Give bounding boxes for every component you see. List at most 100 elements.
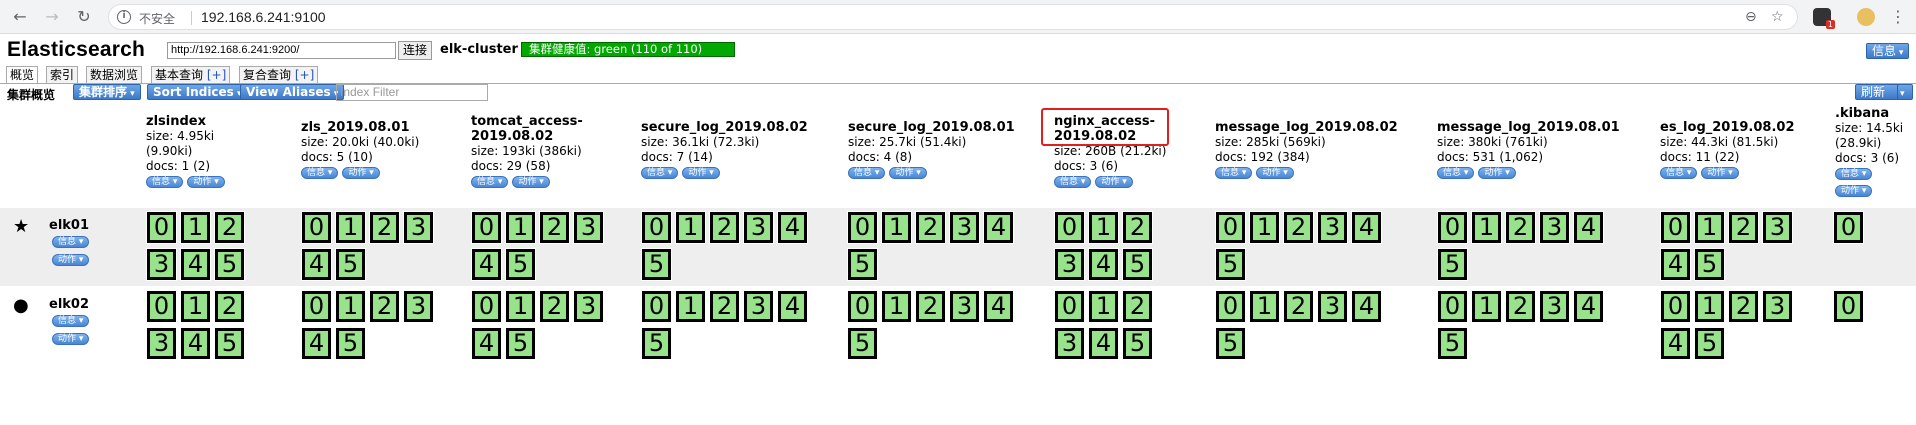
index-action-button[interactable]: 动作 <box>682 167 720 179</box>
view-aliases-button[interactable]: View Aliases <box>240 84 345 100</box>
index-action-button[interactable]: 动作 <box>1701 167 1739 179</box>
node-action-button[interactable]: 动作 <box>52 333 90 345</box>
shard-box[interactable]: 4 <box>1351 290 1382 323</box>
shard-box[interactable]: 4 <box>301 248 332 281</box>
menu-kebab-icon[interactable]: ⋮ <box>1888 7 1908 27</box>
index-info-button[interactable]: 信息 <box>1835 168 1873 180</box>
index-action-button[interactable]: 动作 <box>1835 185 1873 197</box>
shard-box[interactable]: 3 <box>1054 248 1085 281</box>
sort-cluster-button[interactable]: 集群排序 <box>73 84 141 100</box>
reload-icon[interactable]: ↻ <box>74 7 94 27</box>
index-action-button[interactable]: 动作 <box>342 167 380 179</box>
index-info-button[interactable]: 信息 <box>471 176 509 188</box>
shard-box[interactable]: 2 <box>214 290 245 323</box>
index-name[interactable]: .kibana <box>1835 106 1916 121</box>
shard-box[interactable]: 5 <box>1215 327 1246 360</box>
shard-box[interactable]: 0 <box>641 290 672 323</box>
shard-box[interactable]: 5 <box>505 248 536 281</box>
shard-box[interactable]: 4 <box>983 290 1014 323</box>
index-info-button[interactable]: 信息 <box>301 167 339 179</box>
tab-basic-query[interactable]: 基本查询 [+] <box>151 66 231 84</box>
shard-box[interactable]: 0 <box>1054 290 1085 323</box>
node-info-button[interactable]: 信息 <box>52 315 90 327</box>
shard-box[interactable]: 5 <box>1122 327 1153 360</box>
shard-box[interactable]: 4 <box>1573 211 1604 244</box>
shard-box[interactable]: 4 <box>471 248 502 281</box>
shard-box[interactable]: 4 <box>180 248 211 281</box>
shard-box[interactable]: 1 <box>1694 290 1725 323</box>
index-name[interactable]: message_log_2019.08.02 <box>1215 120 1398 135</box>
shard-box[interactable]: 4 <box>1660 248 1691 281</box>
shard-box[interactable]: 1 <box>505 290 536 323</box>
profile-avatar[interactable] <box>1857 8 1875 26</box>
shard-box[interactable]: 5 <box>335 327 366 360</box>
shard-box[interactable]: 0 <box>301 211 332 244</box>
shard-box[interactable]: 1 <box>1088 211 1119 244</box>
shard-box[interactable]: 2 <box>1283 290 1314 323</box>
connect-button[interactable]: 连接 <box>398 41 433 60</box>
index-info-button[interactable]: 信息 <box>641 167 679 179</box>
back-icon[interactable]: ← <box>10 7 30 27</box>
shard-box[interactable]: 3 <box>573 211 604 244</box>
shard-box[interactable]: 4 <box>983 211 1014 244</box>
shard-box[interactable]: 5 <box>505 327 536 360</box>
index-info-button[interactable]: 信息 <box>1660 167 1698 179</box>
tab-plus[interactable]: [+] <box>295 68 314 82</box>
shard-box[interactable]: 1 <box>1249 290 1280 323</box>
shard-box[interactable]: 2 <box>369 211 400 244</box>
index-name[interactable]: es_log_2019.08.02 <box>1660 120 1830 135</box>
node-info-button[interactable]: 信息 <box>52 236 90 248</box>
address-bar[interactable]: i 不安全 192.168.6.241:9100 ⊖ ☆ <box>108 4 1798 30</box>
shard-box[interactable]: 3 <box>949 211 980 244</box>
shard-box[interactable]: 5 <box>1694 248 1725 281</box>
index-action-button[interactable]: 动作 <box>187 176 225 188</box>
shard-box[interactable]: 1 <box>180 290 211 323</box>
shard-box[interactable]: 2 <box>709 211 740 244</box>
shard-box[interactable]: 1 <box>881 290 912 323</box>
shard-box[interactable]: 1 <box>180 211 211 244</box>
shard-box[interactable]: 5 <box>1694 327 1725 360</box>
shard-box[interactable]: 4 <box>471 327 502 360</box>
tab-overview[interactable]: 概览 <box>6 66 39 84</box>
shard-box[interactable]: 0 <box>1437 211 1468 244</box>
info-menu-button[interactable]: 信息 <box>1866 43 1910 59</box>
shard-box[interactable]: 3 <box>1762 290 1793 323</box>
shard-box[interactable]: 5 <box>335 248 366 281</box>
shard-box[interactable]: 0 <box>847 290 878 323</box>
shard-box[interactable]: 5 <box>1437 327 1468 360</box>
shard-box[interactable]: 2 <box>1728 290 1759 323</box>
shard-box[interactable]: 1 <box>675 211 706 244</box>
shard-box[interactable]: 4 <box>301 327 332 360</box>
shard-box[interactable]: 2 <box>539 211 570 244</box>
shard-box[interactable]: 1 <box>881 211 912 244</box>
index-name[interactable]: message_log_2019.08.01 <box>1437 120 1620 135</box>
shard-box[interactable]: 3 <box>1539 290 1570 323</box>
shard-box[interactable]: 3 <box>146 327 177 360</box>
shard-box[interactable]: 1 <box>675 290 706 323</box>
index-filter-input[interactable]: Index Filter <box>336 84 488 101</box>
shard-box[interactable]: 4 <box>777 290 808 323</box>
index-info-button[interactable]: 信息 <box>146 176 184 188</box>
shard-box[interactable]: 0 <box>1437 290 1468 323</box>
shard-box[interactable]: 3 <box>1762 211 1793 244</box>
shard-box[interactable]: 2 <box>214 211 245 244</box>
index-info-button[interactable]: 信息 <box>848 167 886 179</box>
shard-box[interactable]: 3 <box>146 248 177 281</box>
shard-box[interactable]: 1 <box>1088 290 1119 323</box>
shard-box[interactable]: 5 <box>1215 248 1246 281</box>
tab-plus[interactable]: [+] <box>207 68 226 82</box>
url-text[interactable]: 192.168.6.241:9100 <box>201 9 326 25</box>
shard-box[interactable]: 0 <box>471 211 502 244</box>
index-action-button[interactable]: 动作 <box>1095 176 1133 188</box>
shard-box[interactable]: 0 <box>301 290 332 323</box>
shard-box[interactable]: 2 <box>539 290 570 323</box>
shard-box[interactable]: 0 <box>1215 290 1246 323</box>
shard-box[interactable]: 4 <box>1351 211 1382 244</box>
shard-box[interactable]: 3 <box>1539 211 1570 244</box>
index-name[interactable]: tomcat_access- <box>471 114 641 129</box>
index-info-button[interactable]: 信息 <box>1437 167 1475 179</box>
index-action-button[interactable]: 动作 <box>889 167 927 179</box>
index-action-button[interactable]: 动作 <box>512 176 550 188</box>
index-name[interactable]: 2019.08.02 <box>471 129 641 144</box>
index-info-button[interactable]: 信息 <box>1215 167 1253 179</box>
